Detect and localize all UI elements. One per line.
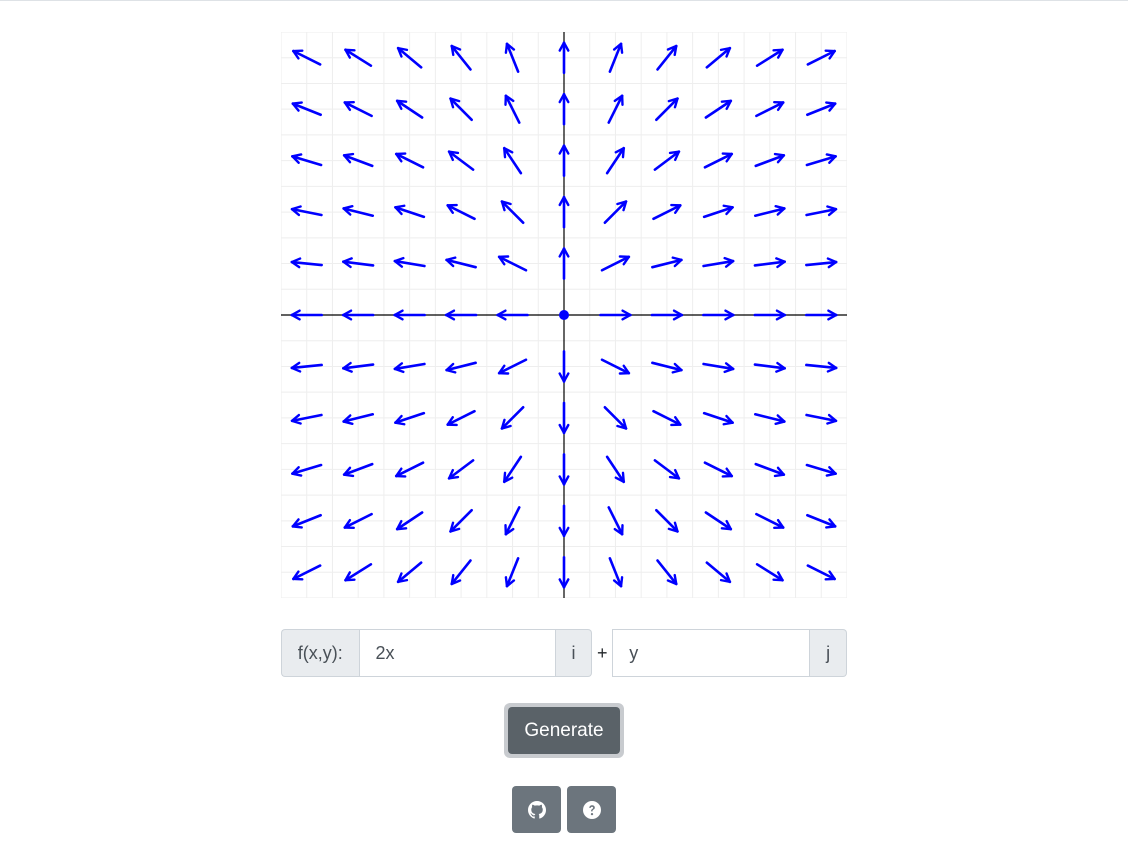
generate-button[interactable]: Generate (508, 707, 620, 754)
help-button[interactable] (567, 786, 616, 833)
vector-point (559, 310, 569, 320)
vector-field-canvas (281, 32, 847, 598)
question-circle-icon (582, 800, 601, 819)
top-divider (0, 0, 1128, 1)
github-icon (527, 800, 546, 819)
i-component-input[interactable] (358, 629, 556, 677)
vector-field-plot (281, 32, 847, 598)
plus-sign: + (597, 642, 608, 663)
vector-field-form: f(x,y): i + j (281, 629, 847, 677)
j-unit-label: j (810, 629, 847, 677)
generate-focus-ring: Generate (504, 703, 624, 758)
vector-arrows (290, 41, 838, 589)
i-unit-label: i (555, 629, 593, 677)
j-component-input[interactable] (612, 629, 811, 677)
github-button[interactable] (512, 786, 561, 833)
function-label: f(x,y): (281, 629, 359, 677)
